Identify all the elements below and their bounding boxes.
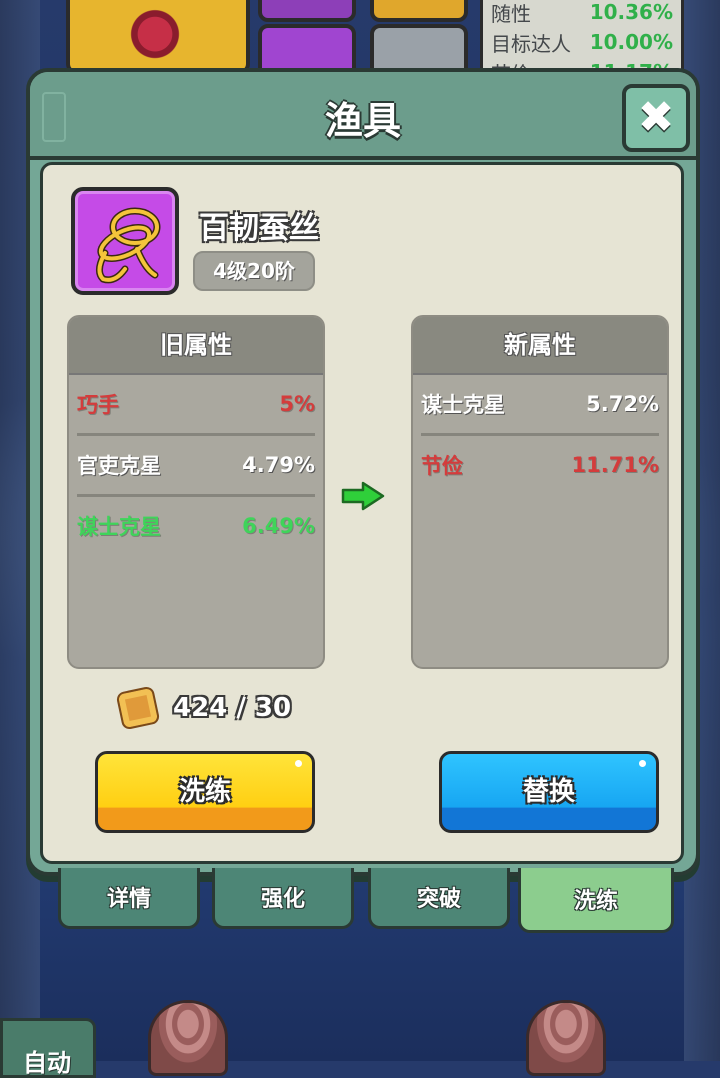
tab-refine[interactable]: 洗练 (518, 868, 674, 933)
stat-value: 10.36% (589, 0, 673, 24)
attribute-name: 谋士克星 (77, 515, 161, 539)
stat-value: 10.00% (589, 30, 673, 54)
equipment-slot (258, 0, 356, 22)
attribute-name: 巧手 (77, 393, 119, 417)
refine-button-label: 洗练 (178, 776, 231, 807)
equipment-slot (370, 0, 468, 22)
silk-rope-icon[interactable] (71, 187, 179, 295)
attribute-row: 官吏克星 4.79% (77, 436, 315, 497)
cost-count: 424 / 30 (173, 693, 292, 723)
attribute-value: 6.49% (242, 514, 315, 538)
tree-stump (526, 1000, 606, 1076)
attribute-row: 节俭 11.71% (421, 436, 659, 494)
item-emblem-icon (120, 0, 190, 62)
auto-button[interactable]: 自动 (0, 1018, 96, 1078)
stat-row: 随性 10.36% (483, 0, 681, 27)
close-icon: ✖ (637, 92, 675, 143)
tab-breakthrough[interactable]: 突破 (368, 868, 510, 929)
refine-button[interactable]: 洗练 (95, 751, 315, 833)
close-button[interactable]: ✖ (622, 84, 690, 152)
attribute-row: 谋士克星 5.72% (421, 375, 659, 436)
item-level-badge: 4级20阶 (193, 251, 315, 291)
fishing-gear-dialog: 渔具 ✖ 百韧蚕丝 4级20阶 旧属性 巧手 5% 官吏克星 4.79% 谋士克… (26, 68, 700, 876)
attribute-name: 节俭 (421, 454, 463, 478)
attribute-value: 5% (279, 392, 315, 416)
new-attributes-panel: 新属性 谋士克星 5.72% 节俭 11.71% (411, 315, 669, 669)
tab-enhance[interactable]: 强化 (212, 868, 354, 929)
dialog-title: 渔具 (324, 99, 401, 143)
item-name: 百韧蚕丝 (199, 211, 319, 246)
refine-cost: 424 / 30 (115, 685, 292, 731)
attribute-name: 官吏克星 (77, 454, 161, 478)
tree-stump (148, 1000, 228, 1076)
equipped-item-card (66, 0, 250, 74)
button-shine (639, 760, 646, 767)
tab-details[interactable]: 详情 (58, 868, 200, 929)
attribute-value: 4.79% (242, 453, 315, 477)
dialog-header: 渔具 ✖ (30, 72, 696, 160)
stat-row: 目标达人 10.00% (483, 27, 681, 57)
button-shine (295, 760, 302, 767)
arrow-right-icon (341, 481, 385, 511)
old-attributes-panel: 旧属性 巧手 5% 官吏克星 4.79% 谋士克星 6.49% (67, 315, 325, 669)
attribute-row: 巧手 5% (77, 375, 315, 436)
attribute-value: 11.71% (571, 453, 659, 477)
replace-button-label: 替换 (522, 776, 575, 807)
replace-button[interactable]: 替换 (439, 751, 659, 833)
stat-name: 目标达人 (491, 31, 571, 56)
silk-rope-graphic (96, 207, 161, 284)
stat-name: 随性 (491, 1, 531, 26)
attribute-row: 谋士克星 6.49% (77, 497, 315, 555)
new-attributes-header: 新属性 (413, 317, 667, 375)
refine-stone-icon (115, 685, 161, 731)
dialog-body: 百韧蚕丝 4级20阶 旧属性 巧手 5% 官吏克星 4.79% 谋士克星 6.4… (40, 162, 684, 864)
attribute-name: 谋士克星 (421, 393, 505, 417)
attribute-value: 5.72% (586, 392, 659, 416)
old-attributes-header: 旧属性 (69, 317, 323, 375)
